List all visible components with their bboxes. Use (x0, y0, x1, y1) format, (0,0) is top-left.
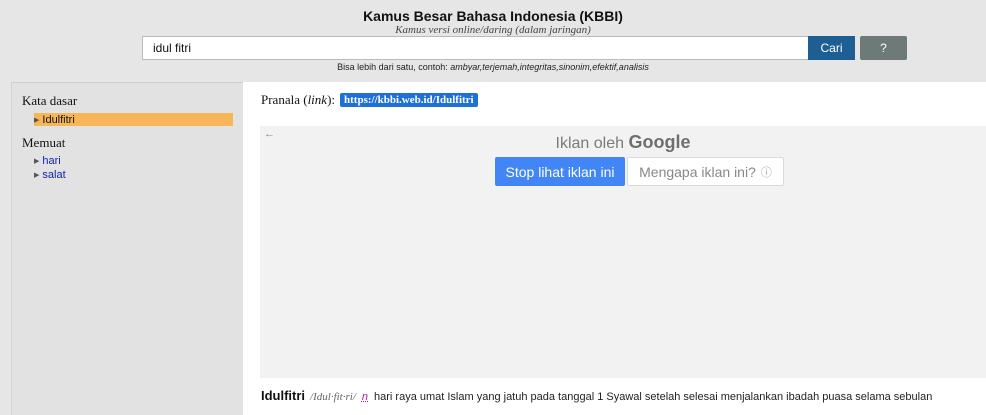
pranala-row: Pranala (link): https://kbbi.web.id/Idul… (261, 92, 478, 108)
search-button[interactable]: Cari (808, 36, 855, 60)
sidebar-item-label: Idulfitri (42, 113, 75, 126)
definition-entry: Idulfitri /Idul·fit·ri/ n hari raya umat… (261, 388, 986, 403)
kata-dasar-heading: Kata dasar (22, 93, 78, 108)
hint-prefix: Bisa lebih dari satu, contoh: (337, 62, 451, 72)
sidebar-item-salat[interactable]: ▶ salat (34, 168, 66, 181)
main-content: Pranala (link): https://kbbi.web.id/Idul… (243, 82, 986, 415)
why-ad-label: Mengapa iklan ini? (639, 163, 756, 180)
pranala-link-word: link (307, 92, 328, 107)
entry-word-class[interactable]: n (362, 391, 368, 403)
sidebar: Kata dasar ▶ Idulfitri Memuat ▶ hari ▶ s… (11, 82, 243, 415)
sidebar-item-label: hari (42, 154, 61, 167)
ad-label-prefix: Iklan oleh (555, 135, 629, 152)
pranala-suffix: ): (327, 92, 336, 107)
hint-examples: ambyar,terjemah,integritas,sinonim,efekt… (450, 62, 649, 72)
triangle-right-icon: ▶ (34, 157, 40, 165)
triangle-right-icon: ▶ (34, 171, 40, 179)
pranala-url-link[interactable]: https://kbbi.web.id/Idulfitri (340, 93, 478, 107)
ad-container: ← Iklan oleh Google Stop lihat iklan ini… (260, 126, 986, 378)
info-icon: ⓘ (760, 166, 772, 179)
triangle-right-icon: ▶ (34, 116, 40, 124)
google-logo: Google (628, 132, 691, 152)
entry-term: Idulfitri (261, 388, 306, 403)
memuat-heading: Memuat (22, 135, 66, 150)
site-title: Kamus Besar Bahasa Indonesia (KBBI) (363, 8, 623, 24)
why-ad-button[interactable]: Mengapa iklan ini? ⓘ (627, 157, 784, 186)
pranala-prefix: Pranala ( (261, 92, 308, 107)
site-subtitle: Kamus versi online/daring (dalam jaringa… (395, 24, 591, 36)
sidebar-item-hari[interactable]: ▶ hari (34, 154, 61, 167)
entry-syllables: /Idul·fit·ri/ (310, 391, 356, 403)
sidebar-item-label: salat (42, 168, 66, 181)
ad-label: Iklan oleh Google (260, 132, 986, 153)
search-hint: Bisa lebih dari satu, contoh: ambyar,ter… (0, 62, 986, 72)
sidebar-item-idulfitri[interactable]: ▶ Idulfitri (34, 113, 233, 126)
search-input[interactable] (142, 36, 809, 60)
entry-definition: hari raya umat Islam yang jatuh pada tan… (374, 391, 933, 403)
stop-ad-button[interactable]: Stop lihat iklan ini (495, 157, 625, 186)
help-button[interactable]: ? (860, 36, 907, 60)
